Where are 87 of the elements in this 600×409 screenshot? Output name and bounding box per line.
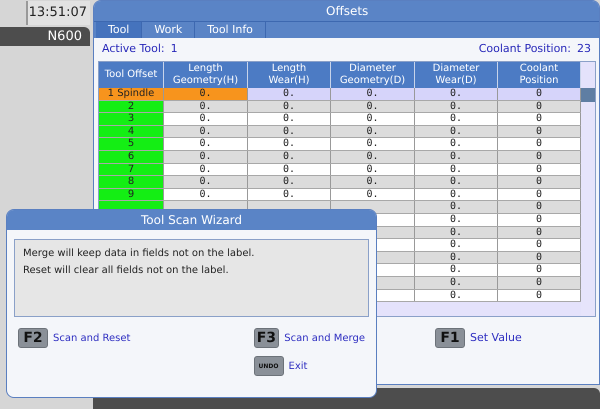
table-cell: 0.: [415, 164, 498, 176]
column-header: Length Wear(H): [248, 62, 331, 88]
table-cell: 0.: [331, 176, 415, 188]
table-row[interactable]: 3 0. 0. 0. 0. 0: [99, 113, 581, 126]
table-cell: 1 Spindle: [99, 88, 164, 100]
table-cell: 0.: [415, 113, 498, 125]
key-cap[interactable]: F2: [18, 328, 48, 348]
table-row[interactable]: 6 0. 0. 0. 0. 0: [99, 150, 581, 164]
table-cell: 0.: [248, 188, 331, 200]
table-cell: 0.: [164, 164, 248, 176]
key-label[interactable]: Exit: [288, 358, 308, 374]
dialog-title: Tool Scan Wizard: [7, 210, 376, 230]
key-cap[interactable]: F3: [254, 328, 280, 348]
active-tool-label: Active Tool:: [102, 41, 165, 58]
active-tool-value: 1: [170, 41, 178, 58]
column-header: Tool Offset: [99, 62, 164, 88]
table-cell: 0.: [331, 113, 415, 125]
table-cell: 6: [99, 150, 164, 163]
column-header: Diameter Geometry(D): [331, 62, 415, 88]
table-cell: 0.: [415, 176, 498, 188]
table-cell: 0.: [415, 276, 498, 288]
coolant-position-value: 23: [577, 41, 591, 58]
program-number: N600: [0, 27, 90, 46]
tab[interactable]: Tool: [96, 22, 142, 38]
table-cell: 0.: [248, 164, 331, 176]
message-text: Reset will clear all fields not on the label.: [23, 264, 230, 278]
table-cell: 0.: [331, 150, 415, 163]
table-row[interactable]: 8 0. 0. 0. 0. 0: [99, 176, 581, 189]
table-cell: 2: [99, 100, 164, 112]
table-cell: 0.: [164, 113, 248, 125]
table-cell: 0.: [248, 150, 331, 163]
table-row[interactable]: 7 0. 0. 0. 0. 0: [99, 164, 581, 176]
table-cell: 0.: [164, 150, 248, 163]
clock: 13:51:07: [26, 1, 90, 25]
table-cell: 8: [99, 176, 164, 188]
table-row[interactable]: 2 0. 0. 0. 0. 0: [99, 100, 581, 114]
table-cell: 0.: [415, 226, 498, 238]
column-header: Diameter Wear(D): [415, 62, 498, 88]
table-cell: 0.: [415, 88, 498, 100]
table-cell: 0.: [164, 88, 248, 100]
coolant-position-label: Coolant Position:: [478, 41, 571, 58]
table-row[interactable]: 4 0. 0. 0. 0. 0: [99, 126, 581, 138]
table-cell: 0.: [164, 188, 248, 200]
table-cell: 7: [99, 164, 164, 176]
table-cell: 0.: [415, 239, 498, 251]
table-cell: 0.: [415, 201, 498, 213]
table-cell: 0.: [248, 100, 331, 112]
table-row[interactable]: 5 0. 0. 0. 0. 0: [99, 138, 581, 151]
table-cell: 0.: [331, 126, 415, 138]
table-cell: 0.: [415, 138, 498, 150]
panel-title: Offsets: [94, 1, 599, 21]
table-cell: 0.: [164, 176, 248, 188]
key-cap[interactable]: F1: [435, 328, 465, 348]
table-cell: 0.: [331, 164, 415, 176]
table-cell: 4: [99, 126, 164, 138]
table-row[interactable]: 9 0. 0. 0. 0. 0: [99, 188, 581, 202]
table-cell: 0.: [164, 126, 248, 138]
table-cell: 0.: [248, 113, 331, 125]
table-cell: 3: [99, 113, 164, 125]
table-cell: 0.: [164, 138, 248, 150]
message-text: Merge will keep data in fields not on the label.: [23, 247, 256, 261]
key-label[interactable]: Set Value: [470, 330, 522, 346]
column-header: Length Geometry(H): [164, 62, 248, 88]
table-cell: 0.: [331, 188, 415, 200]
table-row[interactable]: 1 Spindle 0. 0. 0. 0. 0: [99, 88, 581, 101]
table-cell: 0.: [415, 126, 498, 138]
column-header: Coolant Position: [498, 62, 581, 88]
table-cell: 9: [99, 188, 164, 200]
table-cell: 0.: [331, 138, 415, 150]
table-cell: 0.: [164, 100, 248, 112]
table-cell: 0.: [415, 150, 498, 163]
table-cell: 0.: [248, 138, 331, 150]
key-label[interactable]: Scan and Merge: [284, 330, 365, 346]
key-label[interactable]: Scan and Reset: [53, 330, 130, 346]
table-cell: 5: [99, 138, 164, 150]
table-cell: 0.: [415, 252, 498, 264]
table-cell: 0.: [248, 176, 331, 188]
table-cell: 0.: [331, 100, 415, 112]
table-cell: 0.: [248, 88, 331, 100]
table-cell: 0.: [415, 214, 498, 226]
scrollbar-thumb[interactable]: [581, 88, 595, 102]
table-cell: 0.: [415, 264, 498, 276]
table-cell: 0.: [415, 188, 498, 200]
table-cell: 0.: [415, 290, 498, 302]
table-cell: 0.: [248, 126, 331, 138]
table-cell: 0.: [331, 88, 415, 100]
table-cell: 0.: [415, 100, 498, 112]
